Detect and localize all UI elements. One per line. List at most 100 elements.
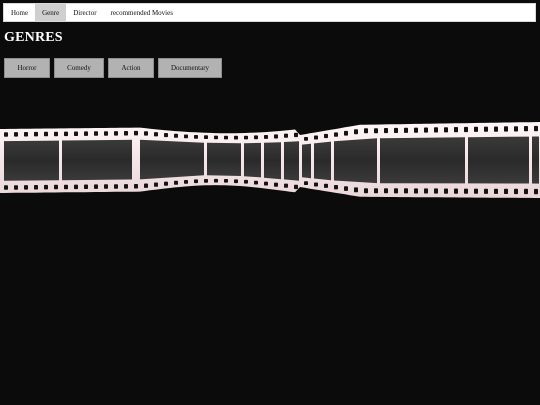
sprocket-hole xyxy=(504,126,508,132)
film-frame xyxy=(244,142,261,178)
sprocket-hole xyxy=(394,127,398,133)
sprocket-hole xyxy=(444,188,448,194)
sprocket-hole xyxy=(184,180,188,184)
sprocket-hole xyxy=(494,126,498,132)
sprocket-hole xyxy=(24,185,28,190)
sprocket-hole xyxy=(334,185,338,190)
sprocket-hole xyxy=(4,185,8,190)
sprocket-hole xyxy=(464,126,468,133)
sprocket-hole xyxy=(354,129,358,135)
sprocket-hole xyxy=(114,184,118,189)
sprocket-hole xyxy=(204,135,208,139)
nav-item-genre[interactable]: Genre xyxy=(35,4,67,21)
sprocket-hole xyxy=(344,130,348,136)
film-frame xyxy=(314,141,331,181)
film-frame xyxy=(207,142,241,176)
sprocket-hole xyxy=(174,133,178,138)
sprocket-hole xyxy=(354,187,358,193)
sprocket-hole xyxy=(294,184,298,190)
sprocket-hole xyxy=(424,188,428,194)
sprocket-hole xyxy=(124,131,128,136)
sprocket-hole xyxy=(194,179,198,184)
nav-item-director[interactable]: Director xyxy=(66,4,103,21)
film-frame xyxy=(468,136,529,184)
sprocket-hole xyxy=(484,126,488,132)
sprocket-hole xyxy=(214,135,218,140)
sprocket-hole xyxy=(444,127,448,133)
sprocket-hole xyxy=(164,133,168,138)
sprocket-hole xyxy=(524,188,528,195)
sprocket-hole xyxy=(494,188,498,194)
sprocket-hole xyxy=(514,188,518,195)
horror-button[interactable]: Horror xyxy=(4,58,50,78)
sprocket-hole xyxy=(334,132,338,137)
sprocket-hole xyxy=(244,135,248,140)
sprocket-hole xyxy=(534,125,538,132)
sprocket-hole xyxy=(454,188,458,194)
sprocket-hole xyxy=(4,132,8,137)
sprocket-hole xyxy=(434,127,438,133)
sprocket-hole xyxy=(274,134,278,139)
sprocket-hole xyxy=(344,186,348,191)
sprocket-hole xyxy=(204,179,208,183)
sprocket-hole xyxy=(144,183,148,188)
sprocket-hole xyxy=(234,135,238,140)
sprocket-hole xyxy=(54,131,58,137)
sprocket-hole xyxy=(14,132,18,137)
sprocket-hole xyxy=(244,179,248,184)
film-frame xyxy=(62,139,132,181)
sprocket-hole xyxy=(104,131,108,136)
sprocket-hole xyxy=(304,137,308,141)
sprocket-hole xyxy=(364,188,368,194)
sprocket-hole xyxy=(234,179,238,184)
sprocket-hole xyxy=(84,131,88,136)
sprocket-hole xyxy=(294,132,298,138)
sprocket-hole xyxy=(34,185,38,190)
sprocket-hole xyxy=(74,184,78,190)
sprocket-hole xyxy=(414,188,418,194)
film-frame xyxy=(302,143,311,179)
nav-item-home[interactable]: Home xyxy=(4,4,35,21)
nav-item-recommended-movies[interactable]: recommended Movies xyxy=(104,4,180,21)
sprocket-hole xyxy=(74,131,78,136)
sprocket-hole xyxy=(314,182,318,187)
sprocket-hole xyxy=(454,127,458,133)
sprocket-hole xyxy=(504,188,508,194)
sprocket-hole xyxy=(64,131,68,137)
sprocket-hole xyxy=(384,128,388,134)
sprocket-hole xyxy=(284,183,288,188)
sprocket-hole xyxy=(314,135,318,140)
sprocket-hole xyxy=(394,188,398,194)
sprocket-hole xyxy=(214,178,218,183)
film-frame xyxy=(4,140,59,181)
sprocket-hole xyxy=(264,181,268,186)
sprocket-hole xyxy=(514,126,518,132)
sprocket-hole xyxy=(274,182,278,187)
sprocket-hole xyxy=(114,131,118,136)
page-title: GENRES xyxy=(4,30,63,45)
documentary-button[interactable]: Documentary xyxy=(158,58,222,78)
film-frame xyxy=(334,138,377,184)
sprocket-hole xyxy=(94,131,98,136)
sprocket-hole xyxy=(324,183,328,188)
sprocket-hole xyxy=(384,188,388,194)
sprocket-hole xyxy=(424,127,428,133)
sprocket-hole xyxy=(374,188,378,194)
sprocket-hole xyxy=(44,184,48,190)
sprocket-hole xyxy=(14,185,18,190)
sprocket-hole xyxy=(24,132,28,137)
sprocket-hole xyxy=(84,184,88,189)
genre-page: Home Genre Director recommended Movies G… xyxy=(0,0,540,405)
sprocket-hole xyxy=(194,135,198,139)
sprocket-hole xyxy=(434,188,438,194)
comedy-button[interactable]: Comedy xyxy=(54,58,104,78)
film-frame xyxy=(140,139,204,180)
action-button[interactable]: Action xyxy=(108,58,154,78)
sprocket-hole xyxy=(94,184,98,189)
sprocket-hole xyxy=(154,182,158,187)
sprocket-hole xyxy=(324,133,328,139)
sprocket-hole xyxy=(224,135,228,140)
sprocket-hole xyxy=(224,179,228,183)
sprocket-hole xyxy=(34,131,38,137)
sprocket-hole xyxy=(524,126,528,132)
